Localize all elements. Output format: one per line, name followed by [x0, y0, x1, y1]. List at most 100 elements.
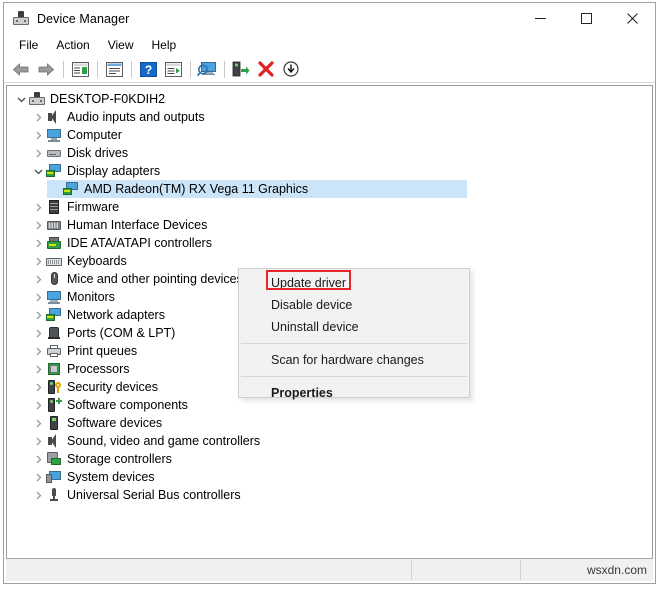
- tree-item-label: IDE ATA/ATAPI controllers: [67, 236, 212, 250]
- display-adapter-icon: [46, 163, 62, 179]
- mouse-icon: [46, 271, 62, 287]
- close-icon[interactable]: [609, 3, 655, 34]
- tree-item-label: Audio inputs and outputs: [67, 110, 205, 124]
- chevron-right-icon[interactable]: [30, 396, 46, 414]
- watermark-text: wsxdn.com: [586, 563, 647, 577]
- window-controls: [517, 3, 655, 34]
- toolbar-separator: [63, 60, 64, 78]
- chevron-right-icon[interactable]: [30, 414, 46, 432]
- status-panel-secondary: [412, 560, 521, 580]
- context-menu-item-update-driver[interactable]: Update driver: [239, 272, 469, 294]
- tree-item-ide-ata-atapi-controllers[interactable]: IDE ATA/ATAPI controllers: [7, 234, 652, 252]
- toolbar: ?: [4, 56, 655, 83]
- storage-controller-icon: [46, 451, 62, 467]
- tree-item-label: Disk drives: [67, 146, 129, 160]
- device-manager-icon: [13, 10, 29, 27]
- chevron-right-icon[interactable]: [30, 234, 46, 252]
- chevron-right-icon[interactable]: [30, 108, 46, 126]
- tree-item-amd-radeon-rx-vega-11-graphics[interactable]: AMD Radeon(TM) RX Vega 11 Graphics: [7, 180, 652, 198]
- toolbar-separator: [190, 60, 191, 78]
- tree-item-label: Storage controllers: [67, 452, 172, 466]
- context-menu: Update driver Disable device Uninstall d…: [238, 268, 470, 400]
- tree-item-label: Display adapters: [67, 164, 161, 178]
- properties-icon[interactable]: [102, 58, 126, 80]
- computer-icon: [46, 127, 62, 143]
- update-driver-icon[interactable]: [161, 58, 185, 80]
- back-icon[interactable]: [9, 58, 33, 80]
- tree-item-firmware[interactable]: Firmware: [7, 198, 652, 216]
- chevron-right-icon[interactable]: [30, 216, 46, 234]
- chevron-right-icon[interactable]: [30, 144, 46, 162]
- context-menu-item-properties[interactable]: Properties: [239, 382, 469, 404]
- chevron-right-icon[interactable]: [30, 126, 46, 144]
- status-bar: wsxdn.com: [6, 558, 653, 581]
- display-adapter-icon: [63, 181, 79, 197]
- tree-item-label: System devices: [67, 470, 155, 484]
- tree-item-label: Security devices: [67, 380, 159, 394]
- context-menu-item-uninstall-device[interactable]: Uninstall device: [239, 316, 469, 338]
- minimize-icon[interactable]: [517, 3, 563, 34]
- tree-item-universal-serial-bus-controllers[interactable]: Universal Serial Bus controllers: [7, 486, 652, 504]
- menu-file[interactable]: File: [11, 36, 46, 54]
- menu-help[interactable]: Help: [144, 36, 185, 54]
- no-chevron: [47, 180, 63, 198]
- chevron-right-icon[interactable]: [30, 486, 46, 504]
- disable-device-icon[interactable]: [279, 58, 303, 80]
- scan-hardware-changes-icon[interactable]: [195, 58, 219, 80]
- processor-icon: [46, 361, 62, 377]
- tree-item-computer[interactable]: Computer: [7, 126, 652, 144]
- software-device-icon: [46, 415, 62, 431]
- tree-item-human-interface-devices[interactable]: Human Interface Devices: [7, 216, 652, 234]
- help-icon[interactable]: ?: [136, 58, 160, 80]
- chevron-right-icon[interactable]: [30, 288, 46, 306]
- tree-item-label: Network adapters: [67, 308, 165, 322]
- tree-item-label: Software devices: [67, 416, 163, 430]
- show-hide-console-tree-icon[interactable]: [68, 58, 92, 80]
- chevron-right-icon[interactable]: [30, 468, 46, 486]
- tree-item-disk-drives[interactable]: Disk drives: [7, 144, 652, 162]
- tree-item-label: Mice and other pointing devices: [67, 272, 243, 286]
- usb-controller-icon: [46, 487, 62, 503]
- chevron-right-icon[interactable]: [30, 342, 46, 360]
- forward-icon[interactable]: [34, 58, 58, 80]
- context-menu-separator: [241, 343, 467, 344]
- firmware-icon: [46, 199, 62, 215]
- enable-device-icon[interactable]: [229, 58, 253, 80]
- software-component-icon: [46, 397, 62, 413]
- context-menu-item-scan-for-hardware-changes[interactable]: Scan for hardware changes: [239, 349, 469, 371]
- monitor-icon: [46, 289, 62, 305]
- tree-item-root[interactable]: DESKTOP-F0KDIH2: [7, 90, 652, 108]
- toolbar-separator: [97, 60, 98, 78]
- title-bar: Device Manager: [4, 3, 655, 34]
- sound-controller-icon: [46, 433, 62, 449]
- tree-item-software-devices[interactable]: Software devices: [7, 414, 652, 432]
- tree-item-audio-inputs-and-outputs[interactable]: Audio inputs and outputs: [7, 108, 652, 126]
- tree-item-label: Human Interface Devices: [67, 218, 208, 232]
- tree-item-storage-controllers[interactable]: Storage controllers: [7, 450, 652, 468]
- menu-action[interactable]: Action: [48, 36, 97, 54]
- tree-item-sound-video-and-game-controllers[interactable]: Sound, video and game controllers: [7, 432, 652, 450]
- chevron-right-icon[interactable]: [30, 450, 46, 468]
- chevron-right-icon[interactable]: [30, 432, 46, 450]
- system-device-icon: [46, 469, 62, 485]
- chevron-right-icon[interactable]: [30, 270, 46, 288]
- ide-controller-icon: [46, 235, 62, 251]
- tree-item-display-adapters[interactable]: Display adapters: [7, 162, 652, 180]
- chevron-right-icon[interactable]: [30, 360, 46, 378]
- chevron-down-icon[interactable]: [13, 90, 29, 108]
- device-manager-window: Device Manager File Action View Help ? D…: [3, 2, 656, 584]
- chevron-right-icon[interactable]: [30, 306, 46, 324]
- chevron-right-icon[interactable]: [30, 378, 46, 396]
- tree-item-label: DESKTOP-F0KDIH2: [50, 92, 166, 106]
- context-menu-item-disable-device[interactable]: Disable device: [239, 294, 469, 316]
- chevron-down-icon[interactable]: [30, 162, 46, 180]
- status-panel-watermark: wsxdn.com: [521, 560, 653, 580]
- chevron-right-icon[interactable]: [30, 198, 46, 216]
- uninstall-device-icon[interactable]: [254, 58, 278, 80]
- maximize-icon[interactable]: [563, 3, 609, 34]
- tree-item-system-devices[interactable]: System devices: [7, 468, 652, 486]
- port-icon: [46, 325, 62, 341]
- chevron-right-icon[interactable]: [30, 324, 46, 342]
- chevron-right-icon[interactable]: [30, 252, 46, 270]
- menu-view[interactable]: View: [100, 36, 142, 54]
